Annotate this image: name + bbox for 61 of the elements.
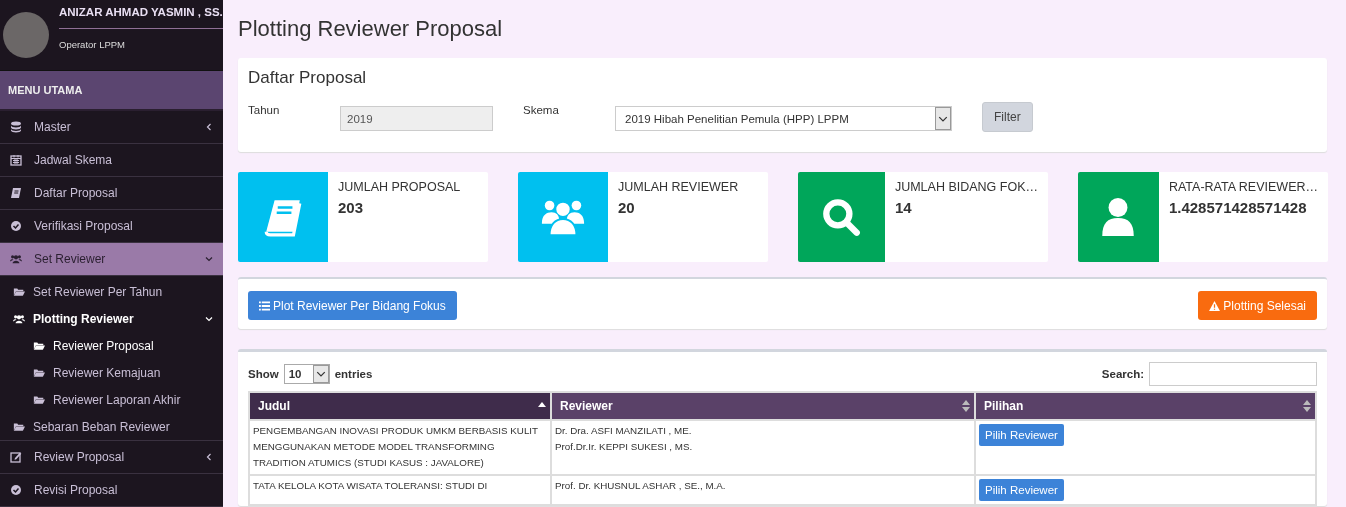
database-icon xyxy=(10,121,22,133)
reviewer-name: Dr. Dra. ASFI MANZILATI , ME. xyxy=(555,424,693,438)
sidebar-item[interactable]: Set Reviewer xyxy=(0,243,223,276)
search-field[interactable] xyxy=(1149,362,1317,386)
pick-reviewer-button[interactable]: Pilih Reviewer xyxy=(979,424,1064,446)
chevron-down-icon xyxy=(205,314,213,323)
sidebar-subitem[interactable]: Reviewer Laporan Akhir xyxy=(0,386,223,413)
chevron-left-icon xyxy=(205,123,213,131)
list-icon xyxy=(259,300,270,311)
stat-value: 20 xyxy=(618,199,636,216)
sidebar-item[interactable]: Daftar Proposal xyxy=(0,177,223,210)
sidebar-item[interactable]: Jadwal Skema xyxy=(0,144,223,177)
users-icon xyxy=(10,253,22,265)
pick-reviewer-button[interactable]: Pilih Reviewer xyxy=(979,479,1064,501)
scheme-dropdown[interactable]: 2019 Hibah Penelitian Pemula (HPP) LPPM xyxy=(615,106,952,131)
check-circle-icon xyxy=(10,484,22,496)
book-icon xyxy=(10,187,22,199)
sidebar-item[interactable]: Review Proposal xyxy=(0,441,223,474)
chevron-left-icon xyxy=(205,453,213,461)
check-circle-icon xyxy=(10,220,22,232)
stat-label: RATA-RATA REVIEWER… xyxy=(1168,180,1318,194)
page-title: Plotting Reviewer Proposal xyxy=(238,15,504,43)
year-field[interactable]: 2019 xyxy=(340,106,493,131)
plot-reviewer-button[interactable]: Plot Reviewer Per Bidang Fokus xyxy=(248,291,457,320)
users-icon xyxy=(13,312,25,325)
column-header[interactable]: Judul xyxy=(249,392,551,420)
sidebar-subitem[interactable]: Sebaran Beban Reviewer xyxy=(0,413,223,440)
stat-label: JUMLAH REVIEWER xyxy=(618,180,739,194)
stat-label: JUMLAH PROPOSAL xyxy=(338,180,461,194)
column-header[interactable]: Pilihan xyxy=(975,392,1316,420)
reviewer-name: Prof.Dr.Ir. KEPPI SUKESI , MS. xyxy=(555,440,694,454)
edit-icon xyxy=(10,451,22,463)
menu-header: MENU UTAMA xyxy=(0,71,223,111)
sidebar-item[interactable]: Revisi Proposal xyxy=(0,474,223,507)
year-label: Tahun xyxy=(248,104,281,116)
sidebar-subitem[interactable]: Plotting Reviewer xyxy=(0,305,223,332)
table-cell: PENGEMBANGAN INOVASI PRODUK UMKM BERBASIS KULIT MENGGUNAKAN METODE MODEL TRANSFORMING TRADITION ATUMICS (STUDI KASUS : JAVALORE) xyxy=(253,425,538,468)
entries-label: entries xyxy=(334,368,373,380)
reviewer-name: Prof. Dr. KHUSNUL ASHAR , SE., M.A. xyxy=(555,479,727,493)
user-name: ANIZAR AHMAD YASMIN , SS. xyxy=(59,6,223,29)
column-header[interactable]: Reviewer xyxy=(551,392,975,420)
sidebar-subitem[interactable]: Reviewer Kemajuan xyxy=(0,359,223,386)
page-size-dropdown[interactable]: 10 xyxy=(283,364,330,384)
calendar-icon xyxy=(10,154,22,166)
user-role: Operator LPPM xyxy=(59,39,126,50)
search-label: Search: xyxy=(1101,368,1144,380)
scheme-label: Skema xyxy=(523,104,560,116)
table-cell: TATA KELOLA KOTA WISATA TOLERANSI: STUDI DI xyxy=(253,480,488,491)
filter-button[interactable]: Filter xyxy=(982,102,1033,132)
warning-icon xyxy=(1209,300,1221,311)
stat-value: 14 xyxy=(894,199,913,216)
stat-label: JUMLAH BIDANG FOK… xyxy=(894,180,1038,194)
box-title: Daftar Proposal xyxy=(248,68,368,88)
sidebar-subitem[interactable]: Set Reviewer Per Tahun xyxy=(0,278,223,305)
caret-icon xyxy=(315,369,326,379)
chevron-down-icon xyxy=(205,255,213,263)
sidebar-subitem[interactable]: Reviewer Proposal xyxy=(0,332,223,359)
stat-value: 1.428571428571428 xyxy=(1168,199,1308,216)
stat-value: 203 xyxy=(338,199,365,216)
show-label: Show xyxy=(248,368,279,380)
avatar xyxy=(3,12,49,58)
